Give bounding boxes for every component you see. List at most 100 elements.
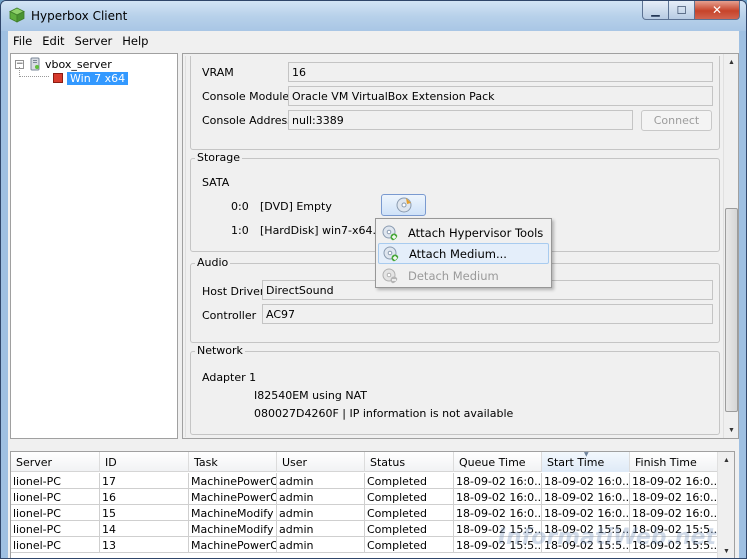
audio-controller-field[interactable]: AC97 — [262, 304, 713, 324]
cell-server: lionel-PC — [11, 473, 100, 489]
cell-task: MachinePowerOff — [189, 473, 277, 489]
network-adapter-type: I82540EM using NAT — [254, 389, 368, 402]
title-bar[interactable]: Hyperbox Client ▁ ☐ ✕ — [1, 1, 746, 31]
controller-label: Controller — [202, 309, 257, 322]
table-row[interactable]: lionel-PC 17 MachinePowerOff admin Completed… — [11, 473, 718, 489]
col-user[interactable]: User — [277, 452, 365, 472]
menu-detach-medium-label: Detach Medium — [408, 268, 499, 283]
window-controls: ▁ ☐ ✕ — [642, 1, 740, 21]
col-start-time[interactable]: ▼ Start Time — [542, 452, 630, 472]
cell-id: 15 — [100, 505, 189, 521]
cell-task: MachinePowerOff — [189, 537, 277, 553]
network-mac-info: 080027D4260F | IP information is not ava… — [254, 407, 514, 420]
vram-field[interactable]: 16 — [288, 62, 713, 82]
close-icon: ✕ — [711, 3, 723, 17]
task-scrollbar[interactable]: ▲ ▼ — [717, 452, 734, 558]
cell-finish-time: 18-09-02 16:0... — [630, 505, 718, 521]
sort-desc-icon: ▼ — [584, 451, 589, 458]
cell-user: admin — [277, 505, 365, 521]
client-area: File Edit Server Help − vbox_server Win … — [8, 31, 739, 558]
storage-controller: SATA — [202, 176, 230, 189]
tree-node-vm[interactable]: Win 7 x64 — [53, 70, 129, 86]
server-tree[interactable]: − vbox_server Win 7 x64 — [10, 53, 178, 439]
cell-start-time: 18-09-02 16:0... — [542, 489, 630, 505]
storage-device-dvd[interactable]: [DVD] Empty — [260, 200, 332, 213]
display-section: VRAM 16 Console Module Oracle VM Virtual… — [190, 56, 720, 150]
cell-queue-time: 18-09-02 16:0... — [454, 489, 542, 505]
task-scroll-up-icon[interactable]: ▲ — [720, 453, 733, 467]
cell-status: Completed — [365, 473, 454, 489]
menu-attach-medium-label: Attach Medium... — [409, 246, 507, 261]
console-module-field[interactable]: Oracle VM VirtualBox Extension Pack — [288, 86, 713, 106]
server-icon — [30, 57, 40, 71]
console-address-label: Console Address — [202, 114, 293, 127]
host-driver-label: Host Driver — [202, 285, 265, 298]
scroll-up-icon[interactable]: ▲ — [725, 55, 738, 69]
detach-medium-icon — [382, 268, 398, 283]
menu-detach-medium[interactable]: Detach Medium — [378, 265, 549, 286]
storage-title: Storage — [195, 151, 243, 164]
watermark-text: InformatiWeb.net — [497, 525, 716, 550]
table-row[interactable]: lionel-PC 15 MachineModify admin Completed 18… — [11, 505, 718, 521]
cell-queue-time: 18-09-02 16:0... — [454, 473, 542, 489]
audio-title: Audio — [195, 256, 231, 269]
col-task[interactable]: Task — [189, 452, 277, 472]
cell-queue-time: 18-09-02 16:0... — [454, 505, 542, 521]
col-finish-time[interactable]: Finish Time — [630, 452, 718, 472]
cell-status: Completed — [365, 489, 454, 505]
storage-port-1: 1:0 — [231, 224, 249, 237]
scroll-down-icon[interactable]: ▼ — [725, 423, 738, 437]
cell-server: lionel-PC — [11, 521, 100, 537]
menu-edit[interactable]: Edit — [39, 31, 67, 51]
cell-finish-time: 18-09-02 16:0... — [630, 489, 718, 505]
detail-scrollbar[interactable]: ▲ ▼ — [723, 54, 738, 438]
disc-icon — [396, 197, 411, 213]
console-module-label: Console Module — [202, 90, 290, 103]
cell-user: admin — [277, 489, 365, 505]
cell-user: admin — [277, 473, 365, 489]
vm-stopped-icon — [53, 73, 63, 83]
server-name: vbox_server — [45, 57, 112, 71]
menu-server[interactable]: Server — [72, 31, 116, 51]
col-queue-time[interactable]: Queue Time — [454, 452, 542, 472]
network-title: Network — [195, 344, 245, 357]
col-server[interactable]: Server — [11, 452, 100, 472]
menu-attach-hypervisor-tools[interactable]: Attach Hypervisor Tools — [378, 222, 549, 243]
task-scroll-down-icon[interactable]: ▼ — [720, 544, 733, 558]
storage-port-0: 0:0 — [231, 200, 249, 213]
scroll-thumb[interactable] — [725, 208, 738, 412]
cell-status: Completed — [365, 521, 454, 537]
cell-start-time: 18-09-02 16:0... — [542, 473, 630, 489]
dvd-actions-button[interactable] — [381, 194, 426, 216]
cell-user: admin — [277, 537, 365, 553]
task-table-header: Server ID Task User Status Queue Time ▼ … — [11, 452, 718, 472]
cell-task: MachineModify — [189, 521, 277, 537]
minimize-button[interactable]: ▁ — [642, 1, 669, 20]
cell-id: 14 — [100, 521, 189, 537]
table-row[interactable]: lionel-PC 16 MachinePowerOn admin Completed 1… — [11, 489, 718, 505]
menu-file[interactable]: File — [10, 31, 35, 51]
cell-status: Completed — [365, 505, 454, 521]
attach-tools-icon — [382, 225, 398, 240]
menu-help[interactable]: Help — [119, 31, 151, 51]
maximize-button[interactable]: ☐ — [669, 1, 695, 20]
connect-button[interactable]: Connect — [641, 110, 712, 131]
cell-status: Completed — [365, 537, 454, 553]
maximize-icon: ☐ — [676, 4, 687, 17]
cell-task: MachinePowerOn — [189, 489, 277, 505]
storage-context-menu: Attach Hypervisor Tools Attach Medium...… — [375, 218, 552, 288]
console-address-field[interactable]: null:3389 — [288, 110, 633, 130]
col-status[interactable]: Status — [365, 452, 454, 472]
storage-device-hdd[interactable]: [HardDisk] win7-x64.vdi — [260, 224, 393, 237]
menu-attach-medium[interactable]: Attach Medium... — [378, 243, 549, 264]
cell-id: 16 — [100, 489, 189, 505]
network-adapter: Adapter 1 — [202, 371, 257, 384]
network-section: Network Adapter 1 I82540EM using NAT 080… — [190, 344, 720, 435]
cell-id: 13 — [100, 537, 189, 553]
vm-name: Win 7 x64 — [67, 71, 129, 85]
col-id[interactable]: ID — [100, 452, 189, 472]
cell-id: 17 — [100, 473, 189, 489]
app-cube-icon — [9, 7, 25, 23]
cell-finish-time: 18-09-02 16:0... — [630, 473, 718, 489]
close-button[interactable]: ✕ — [695, 1, 740, 20]
